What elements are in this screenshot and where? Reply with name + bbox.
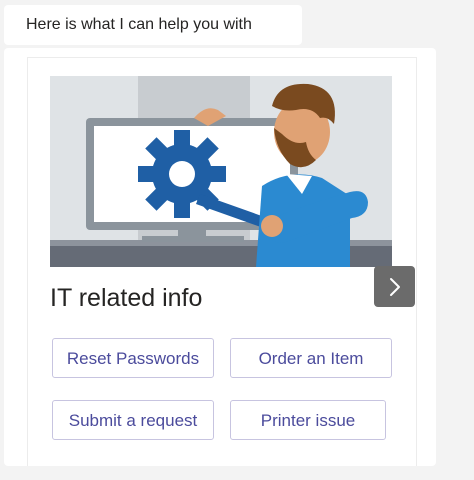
hero-card: IT related info Reset Passwords Order an… — [28, 58, 416, 466]
order-an-item-button[interactable]: Order an Item — [230, 338, 392, 378]
card-title: IT related info — [50, 284, 203, 312]
submit-request-button[interactable]: Submit a request — [52, 400, 214, 440]
carousel-next-button[interactable] — [374, 266, 415, 307]
chevron-right-icon — [389, 277, 400, 296]
bot-message-text: Here is what I can help you with — [26, 16, 252, 33]
it-support-illustration — [50, 76, 392, 267]
printer-issue-button[interactable]: Printer issue — [230, 400, 386, 440]
bot-message-bubble: Here is what I can help you with — [4, 5, 302, 45]
card-carousel: IT related info Reset Passwords Order an… — [4, 48, 436, 466]
reset-passwords-button[interactable]: Reset Passwords — [52, 338, 214, 378]
hero-image — [50, 76, 392, 267]
